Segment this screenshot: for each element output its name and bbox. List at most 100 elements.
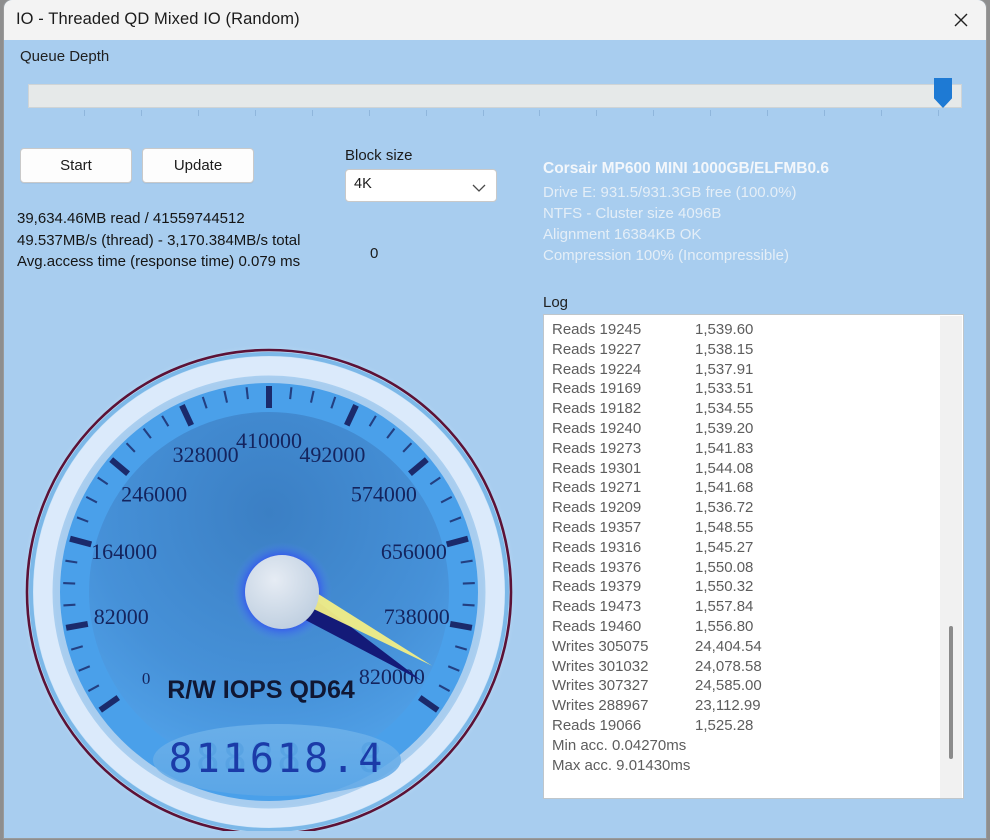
gauge-tick bbox=[63, 581, 76, 585]
log-row-op: Writes 305075 bbox=[552, 637, 649, 655]
log-row-value: 1,538.15 bbox=[695, 340, 754, 358]
log-list: Reads 19245 1,539.60 Reads 19227 1,538.15 Re… bbox=[552, 320, 932, 775]
drive-capacity: Drive E: 931.5/931.3GB free (100.0%) bbox=[543, 184, 797, 201]
log-row: Reads 19182 1,534.55 bbox=[552, 399, 932, 419]
slider-tick bbox=[710, 110, 711, 116]
log-scrollbar[interactable] bbox=[940, 316, 962, 798]
log-row-value: 1,541.68 bbox=[695, 479, 754, 497]
log-row-op: Reads 19066 bbox=[552, 716, 642, 734]
log-row-op: Min acc. 0.04270ms bbox=[552, 736, 687, 754]
slider-tick bbox=[824, 110, 825, 116]
log-row: Reads 19224 1,537.91 bbox=[552, 360, 932, 380]
slider-tick bbox=[426, 110, 427, 116]
log-row-value: 1,556.80 bbox=[695, 617, 754, 635]
log-row-op: Reads 19301 bbox=[552, 459, 642, 477]
drive-name: Corsair MP600 MINI 1000GB/ELFMB0.6 bbox=[543, 160, 829, 177]
close-button[interactable] bbox=[936, 0, 986, 39]
log-row: Reads 19473 1,557.84 bbox=[552, 597, 932, 617]
log-row-value: 1,539.20 bbox=[695, 419, 754, 437]
log-row-value: 1,525.28 bbox=[695, 716, 754, 734]
log-scrollbar-thumb[interactable] bbox=[949, 626, 953, 759]
log-row: Reads 19301 1,544.08 bbox=[552, 459, 932, 479]
lcd-value: 811618.4 bbox=[169, 736, 386, 782]
log-row: Reads 19376 1,550.08 bbox=[552, 558, 932, 578]
log-label: Log bbox=[543, 294, 569, 311]
gauge-tick bbox=[245, 387, 249, 400]
log-row-value: 24,585.00 bbox=[695, 677, 762, 695]
gauge-tick-label: 82000 bbox=[94, 604, 149, 629]
iops-gauge: 0 82000 164000 246000 328000 410000 492000 5740… bbox=[17, 321, 517, 831]
log-row: Reads 19273 1,541.83 bbox=[552, 439, 932, 459]
log-row-value: 1,534.55 bbox=[695, 400, 754, 418]
slider-tick bbox=[483, 110, 484, 116]
gauge-tick bbox=[289, 387, 293, 400]
log-row: Reads 19209 1,536.72 bbox=[552, 498, 932, 518]
chevron-down-icon bbox=[472, 180, 486, 198]
log-row-value: 1,544.08 bbox=[695, 459, 754, 477]
log-row-op: Reads 19473 bbox=[552, 598, 642, 616]
update-button[interactable]: Update bbox=[142, 148, 254, 183]
queue-depth-label: Queue Depth bbox=[20, 48, 110, 65]
log-row: Reads 19460 1,556.80 bbox=[552, 617, 932, 637]
stats-counter: 0 bbox=[370, 245, 379, 262]
block-size-select[interactable]: 4K bbox=[345, 169, 497, 202]
stats-line-1: 39,634.46MB read / 41559744512 bbox=[17, 210, 245, 227]
log-row-op: Reads 19271 bbox=[552, 479, 642, 497]
log-row-value: 1,539.60 bbox=[695, 321, 754, 338]
log-row-value: 24,404.54 bbox=[695, 637, 762, 655]
gauge-tick bbox=[462, 581, 475, 585]
start-button[interactable]: Start bbox=[20, 148, 132, 183]
log-row-value: 1,541.83 bbox=[695, 439, 754, 457]
log-row: Reads 19357 1,548.55 bbox=[552, 518, 932, 538]
log-row-value: 23,112.99 bbox=[695, 697, 761, 715]
log-row-value: 1,550.08 bbox=[695, 558, 754, 576]
gauge-tick-label: 738000 bbox=[384, 604, 450, 629]
queue-depth-slider[interactable] bbox=[28, 70, 962, 116]
log-row-op: Writes 288967 bbox=[552, 697, 649, 715]
gauge-tick bbox=[449, 620, 473, 631]
window-title: IO - Threaded QD Mixed IO (Random) bbox=[16, 10, 300, 28]
log-row-op: Reads 19240 bbox=[552, 419, 642, 437]
gauge-tick bbox=[63, 603, 76, 607]
log-row-op: Reads 19245 bbox=[552, 321, 642, 338]
block-size-value: 4K bbox=[354, 176, 372, 192]
gauge-tick-label: 246000 bbox=[121, 482, 187, 507]
gauge-tick bbox=[65, 620, 89, 631]
log-row: Reads 19245 1,539.60 bbox=[552, 320, 932, 340]
stats-line-2: 49.537MB/s (thread) - 3,170.384MB/s tota… bbox=[17, 231, 301, 249]
slider-tick bbox=[198, 110, 199, 116]
gauge-tick-label: 656000 bbox=[381, 539, 447, 564]
log-row-value: 1,548.55 bbox=[695, 518, 754, 536]
log-row-op: Reads 19227 bbox=[552, 340, 642, 358]
log-row-op: Reads 19460 bbox=[552, 617, 642, 635]
log-row: Reads 19066 1,525.28 bbox=[552, 716, 932, 736]
slider-tick bbox=[653, 110, 654, 116]
slider-tick bbox=[84, 110, 85, 116]
gauge-caption: R/W IOPS QD64 bbox=[167, 676, 355, 704]
log-row: Writes 301032 24,078.58 bbox=[552, 657, 932, 677]
gauge-tick bbox=[462, 603, 475, 607]
log-row: Writes 288967 23,112.99 bbox=[552, 696, 932, 716]
title-bar: IO - Threaded QD Mixed IO (Random) bbox=[4, 0, 986, 41]
log-row-op: Reads 19209 bbox=[552, 499, 642, 517]
log-row: Reads 19379 1,550.32 bbox=[552, 577, 932, 597]
log-row: Reads 19316 1,545.27 bbox=[552, 538, 932, 558]
slider-tick bbox=[596, 110, 597, 116]
log-row-op: Writes 301032 bbox=[552, 657, 649, 675]
log-row: Reads 19240 1,539.20 bbox=[552, 419, 932, 439]
log-row: Max acc. 9.01430ms bbox=[552, 756, 932, 776]
log-row-op: Reads 19357 bbox=[552, 518, 642, 536]
drive-filesystem: NTFS - Cluster size 4096B bbox=[543, 205, 722, 222]
slider-tick bbox=[767, 110, 768, 116]
log-row-value: 1,537.91 bbox=[695, 360, 754, 378]
stats-line-3: Avg.access time (response time) 0.079 ms bbox=[17, 253, 301, 270]
log-row-op: Reads 19379 bbox=[552, 578, 642, 596]
slider-track[interactable] bbox=[28, 84, 962, 108]
log-row-op: Reads 19182 bbox=[552, 400, 642, 418]
log-row: Reads 19271 1,541.68 bbox=[552, 478, 932, 498]
slider-tick bbox=[539, 110, 540, 116]
slider-tick bbox=[938, 110, 939, 116]
log-row-value: 1,557.84 bbox=[695, 598, 754, 616]
gauge-tick-label: 492000 bbox=[299, 442, 365, 467]
log-row-op: Reads 19316 bbox=[552, 538, 642, 556]
